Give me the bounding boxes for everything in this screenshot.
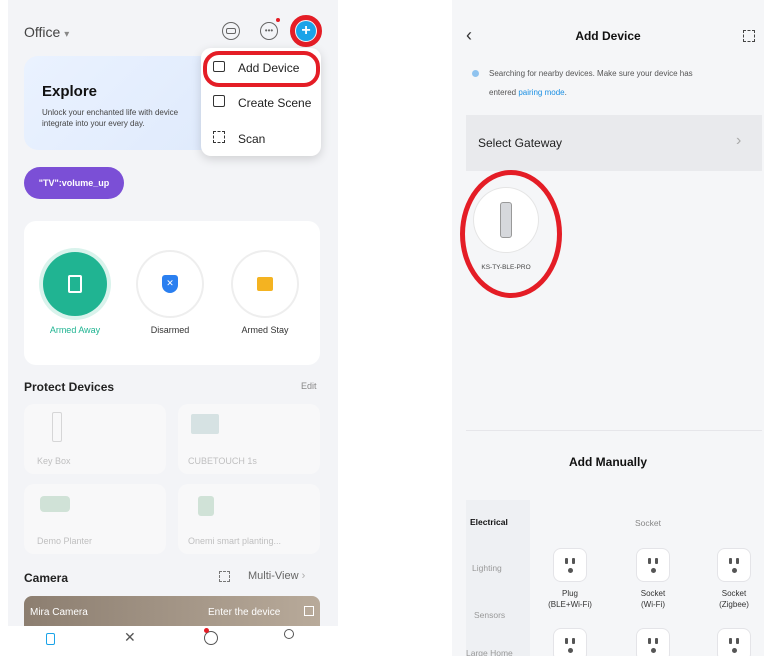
category-lighting[interactable]: Lighting (472, 563, 502, 573)
grid-icon (219, 571, 230, 582)
multi-view-link[interactable]: Multi-View › (248, 570, 305, 582)
menu-item-label: Scan (238, 132, 266, 146)
mode-label: Disarmed (150, 325, 190, 335)
search-text-line2: entered pairing mode. (489, 88, 567, 97)
key-box-icon (52, 412, 62, 442)
menu-item-label: Create Scene (238, 96, 312, 110)
socket-label-line1: Socket (640, 589, 666, 598)
camera-title: Camera (24, 571, 69, 585)
message-unread-dot (276, 18, 280, 22)
category-large-home[interactable]: Large Home (466, 648, 513, 656)
camera-card[interactable]: Mira Camera Enter the device (24, 596, 320, 628)
device-name: Onemi smart planting... (188, 536, 282, 546)
device-name: Key Box (37, 456, 71, 466)
protect-devices-title: Protect Devices (24, 380, 115, 394)
nav-account-icon[interactable] (284, 629, 294, 639)
socket-zigbee-icon[interactable] (717, 548, 751, 582)
socket-label-line2: (Wi-Fi) (641, 600, 665, 609)
page-title: Add Device (575, 29, 641, 43)
planter-icon (40, 496, 70, 512)
create-scene-icon (213, 95, 225, 107)
searching-spinner-icon (472, 70, 479, 77)
home-selector[interactable]: Office ▾ (24, 24, 69, 40)
multi-view-label: Multi-View (248, 570, 299, 582)
chevron-right-icon: › (301, 570, 306, 582)
menu-item-create-scene[interactable]: Create Scene (201, 88, 321, 116)
menu-item-scan[interactable]: Scan (201, 124, 321, 152)
socket-icon[interactable] (553, 628, 587, 656)
home-icon (257, 277, 273, 291)
device-name: Demo Planter (37, 536, 93, 546)
mode-label: Armed Stay (241, 325, 289, 335)
device-tile-onemi[interactable]: Onemi smart planting... (178, 484, 320, 554)
socket-plug-ble-wifi-icon[interactable] (553, 548, 587, 582)
enter-device-label[interactable]: Enter the device (208, 607, 280, 618)
socket-label-line1: Socket (721, 589, 747, 598)
protect-edit-link[interactable]: Edit (301, 381, 317, 391)
add-manually-title: Add Manually (568, 455, 647, 469)
security-modes-card: Armed Away ✕ Disarmed Armed Stay (24, 221, 320, 365)
nav-home-icon[interactable] (46, 633, 55, 645)
message-icon[interactable]: ••• (260, 22, 278, 40)
mode-label: Armed Away (49, 325, 101, 335)
add-device-highlight (203, 51, 320, 87)
chevron-right-icon: › (736, 132, 742, 149)
bottom-nav: ✕ (8, 626, 338, 656)
search-text-line1: Searching for nearby devices. Make sure … (489, 69, 693, 78)
select-gateway-row[interactable]: Select Gateway › (466, 115, 762, 171)
socket-label-line2: (Zigbee) (719, 600, 749, 609)
home-screen: Office ▾ ••• + Explore Unlock your encha… (8, 0, 338, 656)
explore-desc-line2: integrate into your every day. (42, 119, 145, 128)
device-tile-key-box[interactable]: Key Box (24, 404, 166, 474)
socket-label-line2: (BLE+Wi-Fi) (548, 600, 592, 609)
search-text-suffix: . (564, 88, 567, 97)
divider (466, 430, 762, 431)
shield-icon: ✕ (162, 275, 178, 293)
device-name: CUBETOUCH 1s (188, 456, 257, 466)
scan-icon[interactable] (743, 30, 755, 42)
cubetouch-icon (191, 414, 219, 434)
history-alert-dot (204, 628, 209, 633)
camera-name: Mira Camera (30, 607, 88, 618)
socket-label: Socket (Zigbee) (700, 588, 764, 610)
mode-disarmed[interactable]: ✕ (138, 252, 202, 316)
category-sidebar: Electrical Lighting Sensors Large Home (466, 500, 530, 656)
category-electrical[interactable]: Electrical (470, 517, 508, 527)
voice-assistant-icon[interactable] (222, 22, 240, 40)
chevron-down-icon: ▾ (64, 29, 70, 40)
mode-armed-away[interactable] (43, 252, 107, 316)
home-name: Office (24, 24, 61, 40)
scan-icon (213, 131, 225, 143)
category-sensors[interactable]: Sensors (474, 610, 505, 620)
search-text-prefix: entered (489, 88, 519, 97)
socket-label: Socket (Wi-Fi) (619, 588, 687, 610)
socket-wifi-icon[interactable] (636, 548, 670, 582)
explore-banner[interactable]: Explore Unlock your enchanted life with … (24, 56, 224, 150)
socket-label: Plug (BLE+Wi-Fi) (536, 588, 604, 610)
subcategory-label: Socket (635, 518, 661, 528)
add-button-highlight (290, 15, 322, 47)
socket-icon[interactable] (636, 628, 670, 656)
found-device-highlight (460, 170, 562, 298)
nav-smart-icon[interactable]: ✕ (124, 629, 136, 646)
explore-title: Explore (42, 83, 98, 100)
nav-history-icon[interactable] (204, 631, 218, 645)
device-tile-cubetouch[interactable]: CUBETOUCH 1s (178, 404, 320, 474)
select-gateway-label: Select Gateway (478, 136, 563, 150)
socket-label-line1: Plug (561, 589, 578, 598)
device-tile-demo-planter[interactable]: Demo Planter (24, 484, 166, 554)
planter-icon (198, 496, 214, 516)
door-exit-icon (68, 275, 82, 293)
explore-desc-line1: Unlock your enchanted life with device (42, 108, 179, 117)
pairing-mode-link[interactable]: pairing mode (518, 88, 564, 97)
enter-icon (304, 606, 314, 616)
add-device-screen: ‹ Add Device Searching for nearby device… (452, 0, 764, 656)
scene-chip[interactable]: "TV":volume_up (24, 167, 124, 199)
mode-armed-stay[interactable] (233, 252, 297, 316)
socket-icon[interactable] (717, 628, 751, 656)
